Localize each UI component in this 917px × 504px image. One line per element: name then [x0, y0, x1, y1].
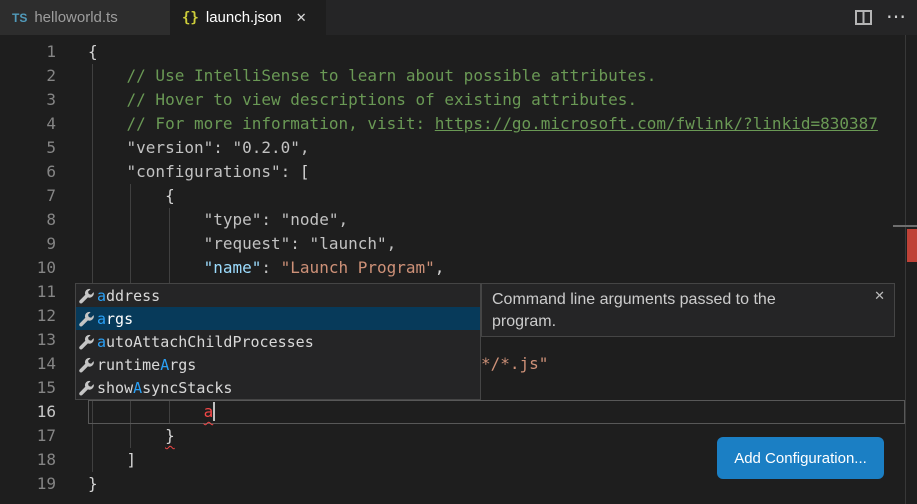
overview-ruler-error-marker[interactable] — [907, 229, 917, 262]
code-line[interactable]: 16 a — [0, 400, 917, 424]
split-editor-icon[interactable] — [855, 10, 872, 25]
code-text: { — [88, 40, 917, 64]
suggest-item-label: address — [97, 287, 160, 305]
tab-helloworld[interactable]: TS helloworld.ts — [0, 0, 170, 35]
tab-launch-json[interactable]: {} launch.json ✕ — [170, 0, 326, 35]
code-text: // For more information, visit: https://… — [88, 112, 917, 136]
line-number: 12 — [0, 304, 56, 328]
add-configuration-button[interactable]: Add Configuration... — [717, 437, 884, 479]
code-line[interactable]: 3 // Hover to view descriptions of exist… — [0, 88, 917, 112]
line-number: 4 — [0, 112, 56, 136]
suggest-item[interactable]: autoAttachChildProcesses — [76, 330, 480, 353]
line-number: 8 — [0, 208, 56, 232]
code-text: "type": "node", — [88, 208, 917, 232]
code-line[interactable]: 7 { — [0, 184, 917, 208]
suggest-item-label: showAsyncStacks — [97, 379, 232, 397]
line-number: 16 — [0, 400, 56, 424]
property-wrench-icon — [78, 288, 97, 304]
code-text: // Use IntelliSense to learn about possi… — [88, 64, 917, 88]
line-number: 14 — [0, 352, 56, 376]
overview-ruler-border — [905, 35, 906, 504]
tab-bar: TS helloworld.ts {} launch.json ✕ ⋯ — [0, 0, 917, 35]
code-text: "configurations": [ — [88, 160, 917, 184]
line-number: 10 — [0, 256, 56, 280]
suggest-item-label: runtimeArgs — [97, 356, 196, 374]
code-line[interactable]: 6 "configurations": [ — [0, 160, 917, 184]
code-line[interactable]: 5 "version": "0.2.0", — [0, 136, 917, 160]
typescript-file-icon: TS — [12, 11, 27, 25]
json-file-icon: {} — [182, 10, 199, 26]
code-text: "name": "Launch Program", — [88, 256, 917, 280]
code-line[interactable]: 1{ — [0, 40, 917, 64]
line-number: 19 — [0, 472, 56, 496]
line-number: 1 — [0, 40, 56, 64]
suggest-item[interactable]: runtimeArgs — [76, 353, 480, 376]
suggest-item-label: autoAttachChildProcesses — [97, 333, 314, 351]
overview-ruler-tick — [893, 225, 917, 227]
line-number: 13 — [0, 328, 56, 352]
suggest-item-label: args — [97, 310, 133, 328]
code-text: "request": "launch", — [88, 232, 917, 256]
tab-label: helloworld.ts — [34, 9, 117, 26]
line-number: 3 — [0, 88, 56, 112]
line-number: 6 — [0, 160, 56, 184]
suggest-docs-text: Command line arguments passed to the pro… — [492, 289, 810, 333]
property-wrench-icon — [78, 380, 97, 396]
intellisense-suggest-widget: address args autoAttachChildProcesses runti… — [75, 283, 481, 400]
text-cursor — [213, 402, 215, 421]
more-actions-icon[interactable]: ⋯ — [886, 0, 907, 35]
suggest-item[interactable]: address — [76, 284, 480, 307]
line-number: 18 — [0, 448, 56, 472]
line-number: 15 — [0, 376, 56, 400]
tab-label: launch.json — [206, 9, 282, 26]
property-wrench-icon — [78, 357, 97, 373]
code-line[interactable]: 2 // Use IntelliSense to learn about pos… — [0, 64, 917, 88]
suggest-item[interactable]: showAsyncStacks — [76, 376, 480, 399]
code-line[interactable]: 4 // For more information, visit: https:… — [0, 112, 917, 136]
code-text: a — [88, 400, 917, 424]
code-text: // Hover to view descriptions of existin… — [88, 88, 917, 112]
close-docs-icon[interactable]: ✕ — [874, 288, 885, 304]
code-lines[interactable]: 1{2 // Use IntelliSense to learn about p… — [0, 40, 917, 496]
suggest-docs-panel: Command line arguments passed to the pro… — [481, 283, 895, 337]
code-text: { — [88, 184, 917, 208]
line-number: 9 — [0, 232, 56, 256]
code-line[interactable]: 8 "type": "node", — [0, 208, 917, 232]
close-tab-icon[interactable]: ✕ — [296, 10, 307, 26]
code-text: "version": "0.2.0", — [88, 136, 917, 160]
line-number: 2 — [0, 64, 56, 88]
vscode-window: TS helloworld.ts {} launch.json ✕ ⋯ 1{2 … — [0, 0, 917, 504]
line-number: 5 — [0, 136, 56, 160]
editor[interactable]: 1{2 // Use IntelliSense to learn about p… — [0, 35, 917, 504]
suggest-item[interactable]: args — [76, 307, 480, 330]
code-line[interactable]: 10 "name": "Launch Program", — [0, 256, 917, 280]
line-number: 7 — [0, 184, 56, 208]
code-line[interactable]: 9 "request": "launch", — [0, 232, 917, 256]
line-number: 11 — [0, 280, 56, 304]
property-wrench-icon — [78, 311, 97, 327]
line-number: 17 — [0, 424, 56, 448]
property-wrench-icon — [78, 334, 97, 350]
